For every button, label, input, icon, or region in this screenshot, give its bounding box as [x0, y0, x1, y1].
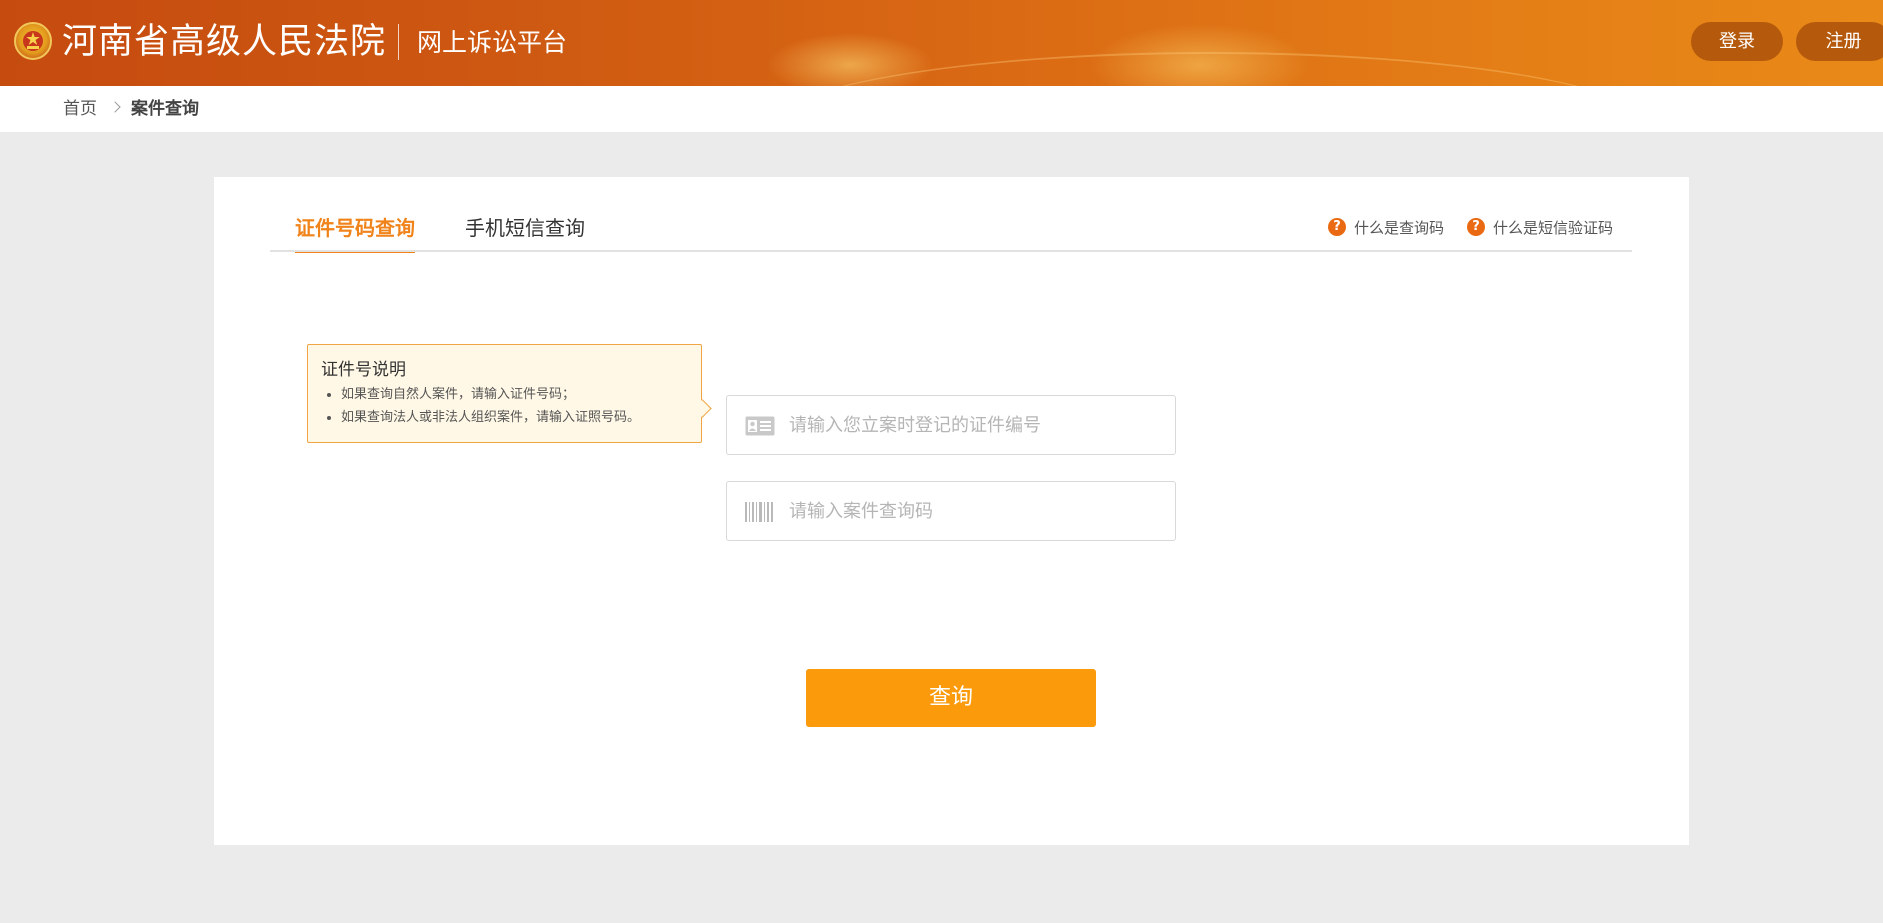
query-code-input[interactable] [789, 482, 1169, 540]
id-card-icon [745, 416, 775, 440]
tip-title: 证件号说明 [321, 360, 406, 380]
question-icon: ? [1328, 218, 1346, 236]
tabs-divider [270, 250, 1632, 252]
help-link-label: 什么是短信验证码 [1493, 219, 1614, 237]
help-link-sms-code[interactable]: ? 什么是短信验证码 [1467, 218, 1613, 238]
tip-list: 如果查询自然人案件，请输入证件号码； 如果查询法人或非法人组织案件，请输入证照号… [321, 383, 689, 429]
breadcrumb: 首页 案件查询 [0, 86, 1883, 132]
register-button[interactable]: 注册 [1796, 22, 1883, 61]
id-number-field[interactable] [726, 395, 1176, 455]
title-divider [398, 24, 399, 60]
court-emblem-icon [14, 22, 52, 60]
tab-sms-query[interactable]: 手机短信查询 [465, 213, 585, 243]
help-link-label: 什么是查询码 [1354, 219, 1445, 237]
breadcrumb-current: 案件查询 [131, 99, 199, 119]
tip-item: 如果查询自然人案件，请输入证件号码； [341, 383, 689, 406]
case-query-card: 证件号码查询 手机短信查询 ? 什么是查询码 ? 什么是短信验证码 证件号说明 如果… [214, 177, 1689, 845]
barcode-icon [745, 502, 773, 526]
platform-title: 网上诉讼平台 [417, 28, 568, 57]
tab-id-number-query[interactable]: 证件号码查询 [295, 213, 415, 253]
tip-item: 如果查询法人或非法人组织案件，请输入证照号码。 [341, 406, 689, 429]
breadcrumb-home-link[interactable]: 首页 [63, 98, 97, 120]
id-number-tip: 证件号说明 如果查询自然人案件，请输入证件号码； 如果查询法人或非法人组织案件，… [307, 344, 702, 443]
site-header: 河南省高级人民法院 网上诉讼平台 登录 注册 [0, 0, 1883, 86]
id-number-input[interactable] [789, 396, 1169, 454]
query-code-field[interactable] [726, 481, 1176, 541]
login-button[interactable]: 登录 [1691, 22, 1783, 61]
question-icon: ? [1467, 218, 1485, 236]
query-submit-button[interactable]: 查询 [806, 669, 1096, 727]
site-title: 河南省高级人民法院 [62, 22, 387, 62]
help-link-query-code[interactable]: ? 什么是查询码 [1328, 218, 1444, 238]
chevron-right-icon [109, 101, 121, 113]
